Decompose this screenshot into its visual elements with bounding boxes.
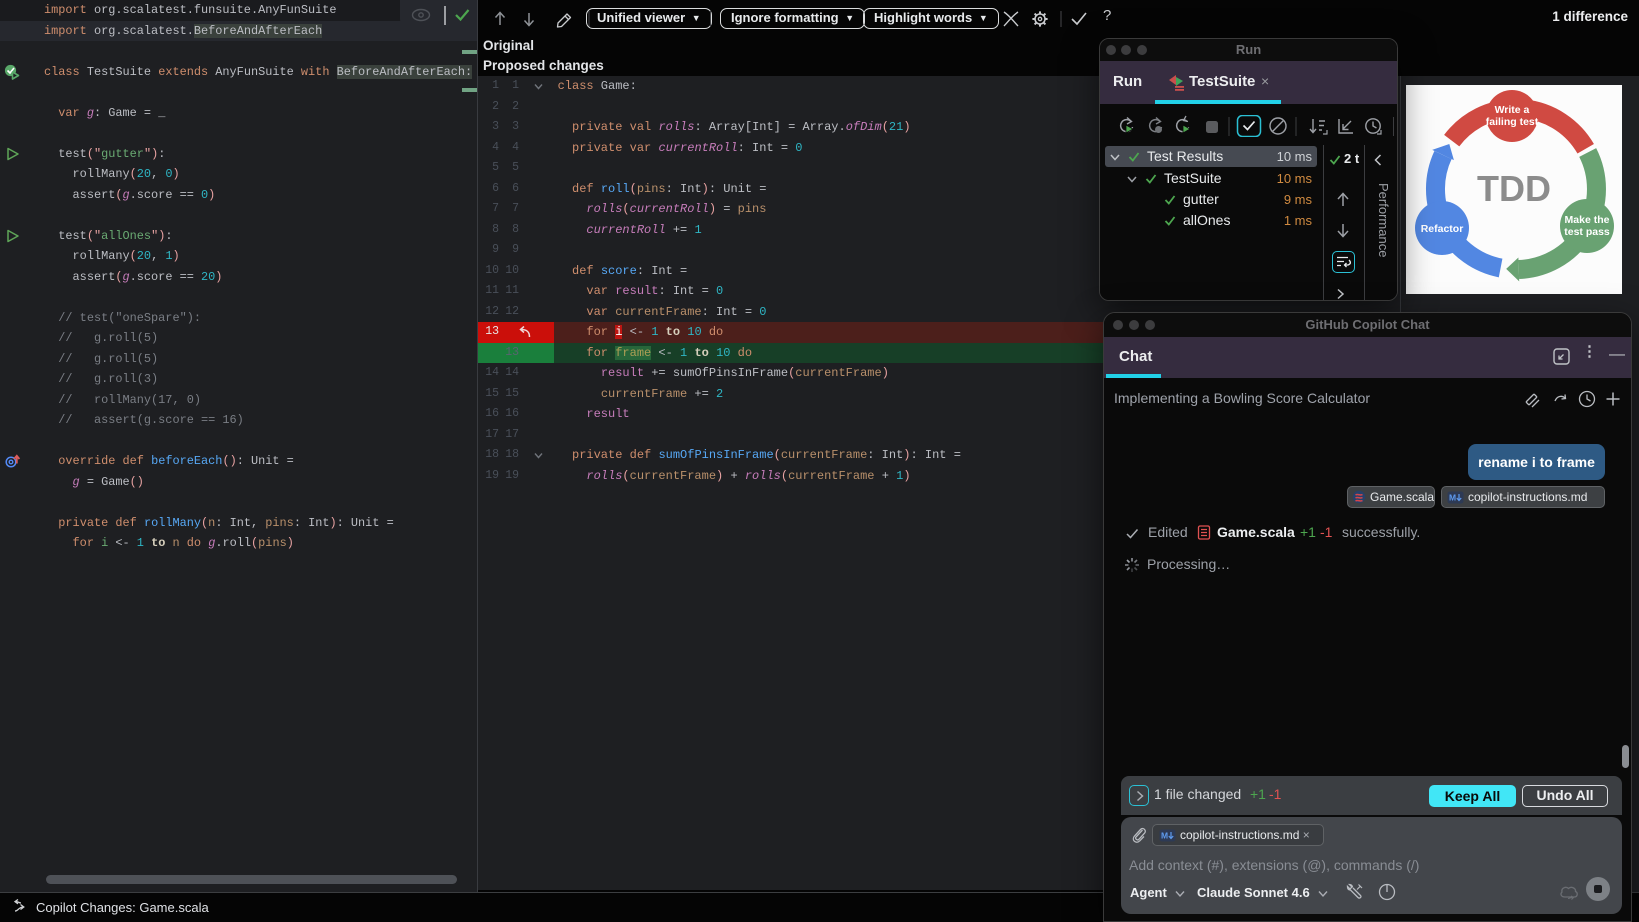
svg-text:failing test: failing test [1486,116,1539,128]
svg-text:M: M [1449,492,1456,502]
svg-text:Write a: Write a [1495,104,1530,116]
svg-text:M: M [1161,830,1168,840]
svg-text:Make the: Make the [1565,214,1610,226]
svg-text:Refactor: Refactor [1421,223,1464,235]
svg-text:test pass: test pass [1564,226,1610,238]
svg-text:TDD: TDD [1477,168,1551,209]
